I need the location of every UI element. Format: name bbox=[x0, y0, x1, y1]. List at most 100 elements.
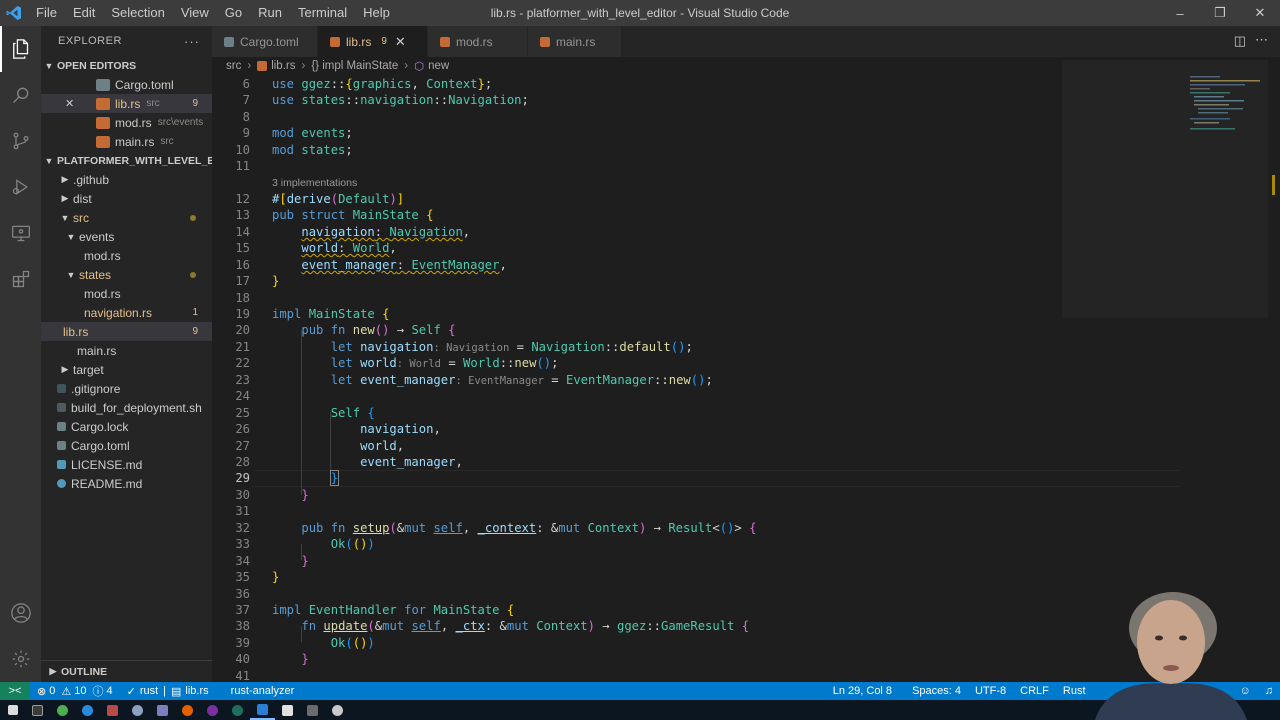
taskbar-app-icon[interactable] bbox=[300, 700, 325, 720]
breadcrumb-item[interactable]: {} impl MainState bbox=[311, 60, 398, 72]
open-editor-name: mod.rs bbox=[115, 115, 152, 130]
menu-help[interactable]: Help bbox=[355, 0, 398, 26]
taskbar-app-icon[interactable] bbox=[325, 700, 350, 720]
code-line: 22 let world: World = World::new(); bbox=[212, 355, 1180, 372]
git-file-icon bbox=[57, 384, 66, 393]
encoding[interactable]: UTF-8 bbox=[968, 682, 1013, 700]
tree-file[interactable]: LICENSE.md bbox=[41, 455, 212, 474]
rust-analyzer-status[interactable]: rust-analyzer bbox=[224, 682, 302, 700]
start-icon[interactable] bbox=[0, 700, 25, 720]
menu-edit[interactable]: Edit bbox=[65, 0, 103, 26]
tab-mod-rs[interactable]: mod.rs bbox=[428, 26, 528, 57]
line-number: 30 bbox=[235, 488, 250, 502]
run-debug-icon[interactable] bbox=[0, 164, 41, 210]
tree-folder[interactable]: ▼ events bbox=[41, 227, 212, 246]
open-editors-section[interactable]: ▼ OPEN EDITORS bbox=[41, 56, 212, 75]
breadcrumb-item[interactable]: new bbox=[428, 60, 449, 72]
codelens-implementations[interactable]: 3 implementations bbox=[272, 176, 357, 190]
breadcrumb-item[interactable]: lib.rs bbox=[271, 60, 295, 72]
taskbar-app-icon[interactable] bbox=[200, 700, 225, 720]
taskbar-app-icon[interactable] bbox=[25, 700, 50, 720]
outline-section[interactable]: ▶ OUTLINE bbox=[41, 660, 212, 682]
menu-go[interactable]: Go bbox=[217, 0, 250, 26]
tree-file[interactable]: Cargo.lock bbox=[41, 417, 212, 436]
tree-file[interactable]: navigation.rs 1 bbox=[41, 303, 212, 322]
firefox-icon[interactable] bbox=[175, 700, 200, 720]
taskbar-app-icon[interactable] bbox=[150, 700, 175, 720]
end-of-line[interactable]: CRLF bbox=[1013, 682, 1056, 700]
taskbar-app-icon[interactable] bbox=[275, 700, 300, 720]
breadcrumb-item[interactable]: src bbox=[226, 60, 241, 72]
tree-file[interactable]: mod.rs bbox=[41, 246, 212, 265]
tree-folder[interactable]: ▶ target bbox=[41, 360, 212, 379]
tree-file[interactable]: mod.rs bbox=[41, 284, 212, 303]
menu-run[interactable]: Run bbox=[250, 0, 290, 26]
taskbar-app-icon[interactable] bbox=[225, 700, 250, 720]
open-editor-item[interactable]: main.rs src bbox=[41, 132, 212, 151]
tab-main-rs[interactable]: main.rs bbox=[528, 26, 622, 57]
indentation[interactable]: Spaces: 4 bbox=[905, 682, 968, 700]
license-file-icon bbox=[57, 460, 66, 469]
remote-explorer-icon[interactable] bbox=[0, 210, 41, 256]
chevron-down-icon: ▼ bbox=[44, 60, 54, 71]
problems-indicator[interactable]: ⊗ 0 ⚠ 10 ⓘ 4 bbox=[30, 682, 120, 700]
project-section[interactable]: ▼ PLATFORMER_WITH_LEVEL_EDI... bbox=[41, 151, 212, 170]
tab-cargo-toml[interactable]: Cargo.toml bbox=[212, 26, 318, 57]
chevron-right-icon: ▶ bbox=[61, 364, 69, 374]
minimap-slider[interactable] bbox=[1062, 60, 1268, 318]
edge-icon[interactable] bbox=[75, 700, 100, 720]
cursor-position[interactable]: Ln 29, Col 8 bbox=[826, 682, 899, 700]
extensions-icon[interactable] bbox=[0, 256, 41, 302]
vscode-taskbar-icon[interactable] bbox=[250, 700, 275, 720]
menu-file[interactable]: File bbox=[28, 0, 65, 26]
taskbar-app-icon[interactable] bbox=[125, 700, 150, 720]
menu-selection[interactable]: Selection bbox=[103, 0, 172, 26]
open-editor-item-active[interactable]: ✕ lib.rs src 9 bbox=[41, 94, 212, 113]
account-icon[interactable] bbox=[0, 590, 41, 636]
code-editor[interactable]: 6 use ggez::{graphics, Context}; 7 use sta… bbox=[212, 74, 1180, 682]
open-editor-item[interactable]: Cargo.toml bbox=[41, 75, 212, 94]
tree-folder[interactable]: ▶ dist bbox=[41, 189, 212, 208]
search-icon[interactable] bbox=[0, 72, 41, 118]
taskbar-app-icon[interactable] bbox=[100, 700, 125, 720]
tree-folder[interactable]: ▶ .github bbox=[41, 170, 212, 189]
more-actions-icon[interactable]: ··· bbox=[184, 34, 200, 49]
notifications-icon[interactable]: ♫ bbox=[1258, 682, 1280, 700]
menu-terminal[interactable]: Terminal bbox=[290, 0, 355, 26]
tree-folder[interactable]: ▼ src bbox=[41, 208, 212, 227]
tree-file-active[interactable]: lib.rs 9 bbox=[41, 322, 212, 341]
open-editor-item[interactable]: mod.rs src\events bbox=[41, 113, 212, 132]
remote-indicator[interactable]: >< bbox=[0, 682, 30, 700]
tab-label: lib.rs bbox=[346, 34, 372, 49]
close-window-icon[interactable]: ✕ bbox=[1240, 0, 1280, 26]
menu-view[interactable]: View bbox=[173, 0, 217, 26]
minimize-icon[interactable]: – bbox=[1160, 0, 1200, 26]
tab-problem-count: 9 bbox=[381, 36, 387, 47]
line-number: 24 bbox=[235, 389, 250, 403]
split-editor-icon[interactable]: ◫ bbox=[1234, 33, 1246, 49]
line-number: 14 bbox=[235, 225, 250, 239]
tree-file[interactable]: build_for_deployment.sh bbox=[41, 398, 212, 417]
tree-file[interactable]: Cargo.toml bbox=[41, 436, 212, 455]
tree-file[interactable]: README.md bbox=[41, 474, 212, 493]
tab-lib-rs[interactable]: lib.rs 9 ✕ bbox=[318, 26, 428, 57]
settings-gear-icon[interactable] bbox=[0, 636, 41, 682]
line-number: 11 bbox=[235, 159, 250, 173]
restore-icon[interactable]: ❐ bbox=[1200, 0, 1240, 26]
toml-file-icon bbox=[57, 441, 66, 450]
code-line: 25 Self { bbox=[212, 405, 1180, 422]
code-line: 8 bbox=[212, 109, 1180, 126]
more-actions-icon[interactable]: ⋯ bbox=[1255, 32, 1268, 48]
tree-folder[interactable]: ▼ states bbox=[41, 265, 212, 284]
explorer-icon[interactable] bbox=[0, 26, 41, 72]
tree-file[interactable]: .gitignore bbox=[41, 379, 212, 398]
line-number: 25 bbox=[235, 406, 250, 420]
close-editor-icon[interactable]: ✕ bbox=[65, 97, 81, 110]
tree-file[interactable]: main.rs bbox=[41, 341, 212, 360]
chrome-icon[interactable] bbox=[50, 700, 75, 720]
rust-check-status[interactable]: ✓ rust | ▤ lib.rs bbox=[120, 682, 216, 700]
chevron-right-icon: › bbox=[404, 59, 409, 72]
source-control-icon[interactable] bbox=[0, 118, 41, 164]
tree-item-label: Cargo.lock bbox=[71, 419, 129, 434]
close-tab-icon[interactable]: ✕ bbox=[395, 34, 406, 50]
